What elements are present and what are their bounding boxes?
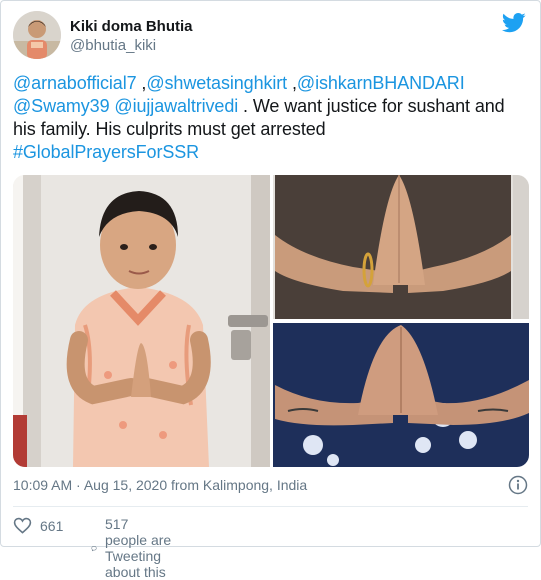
tweet-text-line-1: @arnabofficial7 ,@shwetasinghkirt ,@ishk… <box>13 72 523 95</box>
tweet-text: @arnabofficial7 ,@shwetasinghkirt ,@ishk… <box>13 72 523 164</box>
like-count: 661 <box>40 517 64 534</box>
mention-link[interactable]: @ishkarnBHANDARI <box>297 73 465 93</box>
twitter-bird-icon[interactable] <box>502 13 526 33</box>
mention-link[interactable]: @iujjawaltrivedi <box>114 96 238 116</box>
tweet-text-line-3: his family. His culprits must get arrest… <box>13 119 326 139</box>
photo-child-praying[interactable] <box>13 175 270 467</box>
tweet-text-line-2: @Swamy39 @iujjawaltrivedi . We want just… <box>13 95 523 118</box>
body-text: . We want justice for sushant and <box>238 96 505 116</box>
like-button[interactable]: 661 <box>13 516 63 535</box>
divider <box>13 506 528 507</box>
photo-hands-floral[interactable] <box>273 323 529 467</box>
photo-hands-bracelet[interactable] <box>273 175 529 319</box>
heart-icon <box>13 517 32 534</box>
conversation-text: 517 people are Tweeting about this <box>105 516 172 580</box>
info-icon[interactable] <box>508 475 528 495</box>
separator-text: , <box>287 73 297 93</box>
display-name[interactable]: Kiki doma Bhutia <box>70 18 193 35</box>
avatar[interactable] <box>13 11 61 59</box>
mention-link[interactable]: @shwetasinghkirt <box>146 73 287 93</box>
speech-bubble-icon <box>91 545 97 551</box>
mention-link[interactable]: @Swamy39 <box>13 96 110 116</box>
hashtag-link[interactable]: #GlobalPrayersForSSR <box>13 141 523 164</box>
tweet-card: Kiki doma Bhutia @bhutia_kiki @arnaboffi… <box>0 0 541 580</box>
conversation-link[interactable]: 517 people are Tweeting about this <box>91 516 174 580</box>
separator-text: , <box>136 73 147 93</box>
tweet-header: Kiki doma Bhutia @bhutia_kiki <box>13 11 528 63</box>
media-grid <box>13 175 529 467</box>
mention-link[interactable]: @arnabofficial7 <box>13 73 137 93</box>
user-handle[interactable]: @bhutia_kiki <box>70 37 156 54</box>
tweet-timestamp[interactable]: 10:09 AM · Aug 15, 2020 from Kalimpong, … <box>13 477 307 493</box>
